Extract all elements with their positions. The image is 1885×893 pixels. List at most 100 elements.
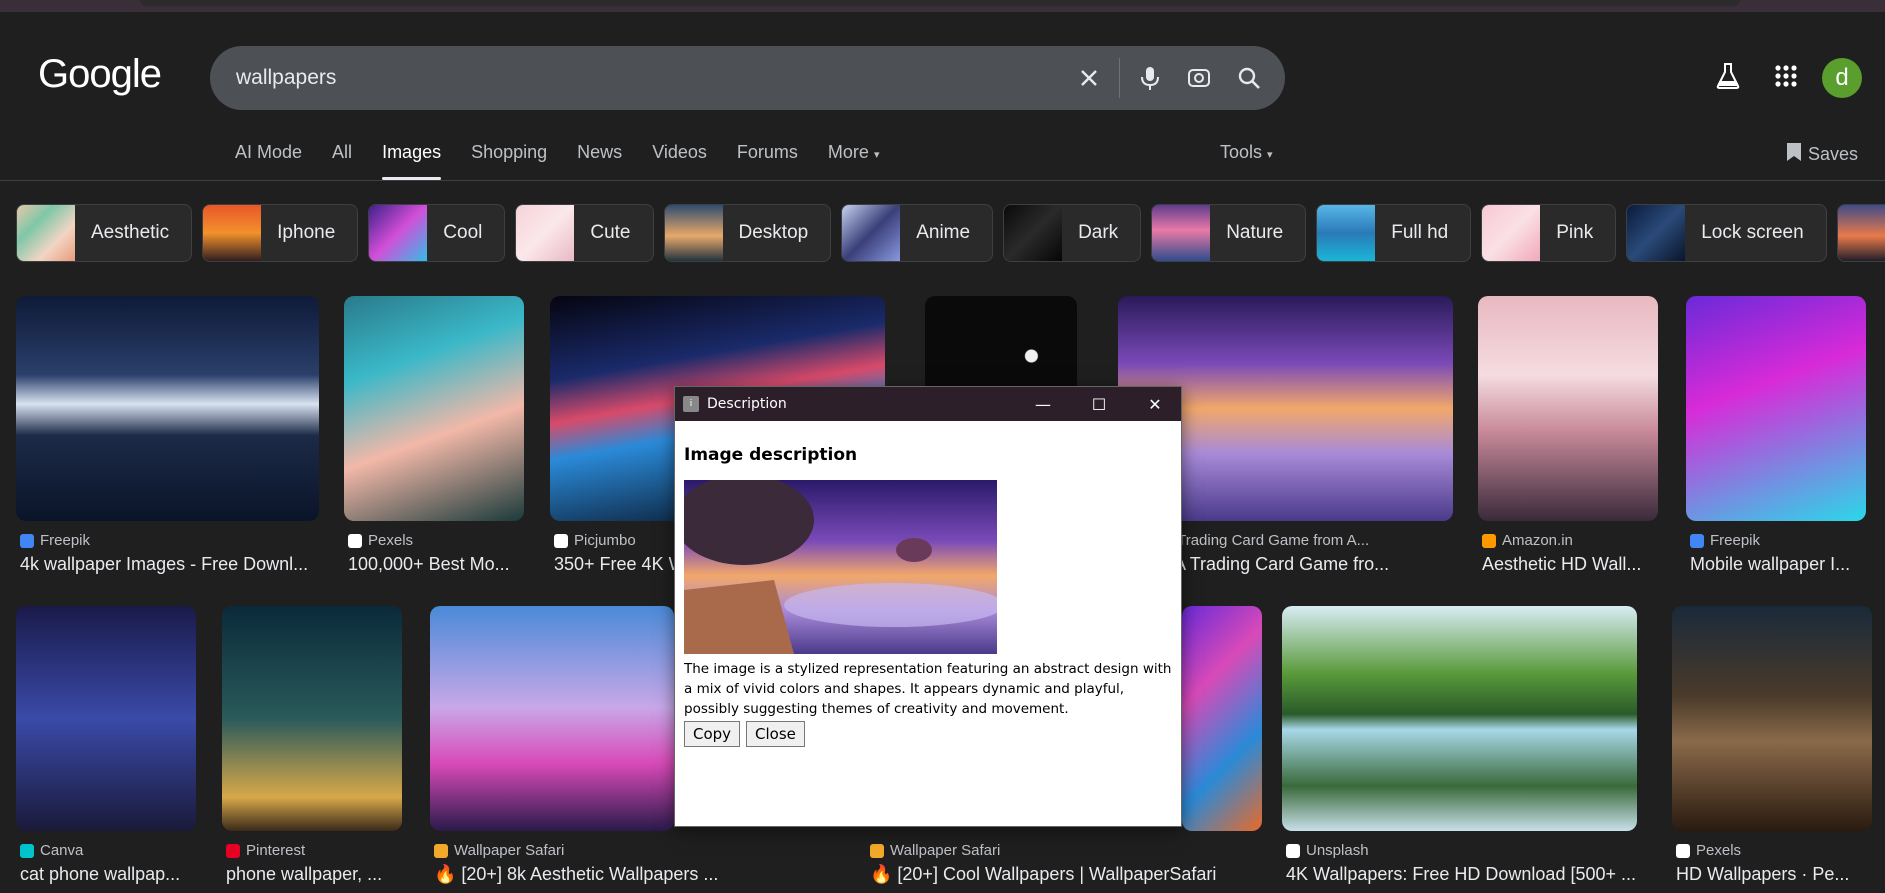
chip-thumbnail [1317,205,1376,261]
dialog-description: The image is a stylized representation f… [684,661,1172,717]
result-thumbnail[interactable] [1478,296,1658,521]
tab-news[interactable]: News [577,142,622,180]
favicon-icon [1690,533,1704,548]
favicon-icon [1286,843,1300,858]
result-thumbnail[interactable] [1282,606,1637,831]
chip-thumbnail [664,205,723,261]
result-thumbnail[interactable] [925,296,1077,396]
chip-desktop[interactable]: Desktop [663,204,832,262]
result-source-label: Pinterest [246,842,306,859]
result-source[interactable]: Unsplash [1286,842,1369,859]
result-source[interactable]: Picjumbo [554,532,636,549]
chip-thumbnail [1837,205,1885,261]
chip-label: Aesthetic [91,222,170,243]
result-thumbnail[interactable] [430,606,674,831]
tab-more[interactable]: More ▾ [828,142,880,180]
result-source[interactable]: Amazon.in [1482,532,1573,549]
microphone-icon[interactable] [1136,64,1164,92]
result-title[interactable]: phone wallpaper, ... [226,864,402,885]
image-result[interactable]: Freepik 4k wallpaper Images - Free Downl… [16,296,319,576]
close-button[interactable]: Close [746,721,805,747]
chip-thumbnail [369,205,428,261]
image-result[interactable]: Pinterest phone wallpaper, ... [222,606,402,893]
result-source[interactable]: Freepik [1690,532,1760,549]
apps-grid-icon[interactable] [1770,60,1802,92]
image-result[interactable]: Unsplash 4K Wallpapers: Free HD Download… [1282,606,1637,893]
result-source[interactable]: Canva [20,842,83,859]
result-source[interactable]: Pexels [1676,842,1741,859]
result-title[interactable]: Mobile wallpaper I... [1690,554,1866,575]
tools-button[interactable]: Tools ▾ [1220,142,1273,163]
chip-nature[interactable]: Nature [1151,204,1307,262]
chip-full-hd[interactable]: Full hd [1316,204,1472,262]
search-icon[interactable] [1235,64,1263,92]
google-logo[interactable]: Google [38,52,162,97]
maximize-icon[interactable]: ☐ [1071,387,1127,421]
image-result[interactable]: Pexels 100,000+ Best Mo... [344,296,524,576]
chip-anime[interactable]: Anime [841,204,994,262]
result-title[interactable]: cat phone wallpap... [20,864,196,885]
result-source-label: Pexels [1696,842,1742,859]
result-title[interactable]: 100,000+ Best Mo... [348,554,524,575]
chip-lock-screen[interactable]: Lock screen [1626,204,1827,262]
tab-images[interactable]: Images [382,142,442,180]
chip-aesthetic[interactable]: Aesthetic [16,204,193,262]
dialog-titlebar[interactable]: i Description — ☐ ✕ [675,387,1181,421]
image-result[interactable]: Wallpaper Safari 🔥 [20+] 8k Aesthetic Wa… [430,606,718,893]
result-thumbnail[interactable] [1686,296,1866,521]
saves-label: Saves [1808,144,1859,164]
header-divider [0,180,1885,181]
result-title[interactable]: 4k wallpaper Images - Free Downl... [20,554,320,575]
favicon-icon [226,843,240,858]
chip-cute[interactable]: Cute [515,204,654,262]
result-title[interactable]: 🔥 [20+] 8k Aesthetic Wallpapers ... [434,864,734,885]
result-title[interactable]: 4K Wallpapers: Free HD Download [500+ ..… [1286,864,1641,885]
tab-videos[interactable]: Videos [652,142,707,180]
favicon-icon [870,843,884,858]
chip-cool[interactable]: Cool [368,204,506,262]
result-thumbnail[interactable] [222,606,402,831]
image-result[interactable]: Canva cat phone wallpap... [16,606,196,893]
result-title[interactable]: HD Wallpapers · Pe... [1676,864,1872,885]
labs-flask-icon[interactable] [1712,60,1744,92]
app-icon: i [683,396,699,412]
result-thumbnail[interactable] [344,296,524,521]
search-input[interactable] [236,46,1056,110]
copy-button[interactable]: Copy [684,721,741,747]
result-title[interactable]: Aesthetic HD Wall... [1482,554,1658,575]
result-source[interactable]: Freepik [20,532,90,549]
account-avatar[interactable]: d [1822,58,1862,98]
chip-iphone[interactable]: Iphone [202,204,359,262]
result-source[interactable]: Wallpaper Safari [870,842,1000,859]
camera-lens-icon[interactable] [1185,64,1213,92]
tab-ai-mode[interactable]: AI Mode [235,142,302,180]
clear-icon[interactable] [1075,64,1103,92]
image-result[interactable]: Pexels HD Wallpapers · Pe... [1672,606,1872,893]
tab-shopping[interactable]: Shopping [471,142,547,180]
image-result[interactable]: Amazon.in Aesthetic HD Wall... [1478,296,1658,576]
result-source-label: Unsplash [1306,842,1369,859]
result-source[interactable]: Pinterest [226,842,305,859]
chip-label: Lock screen [1701,222,1804,243]
result-source[interactable]: Wallpaper Safari [434,842,564,859]
chip-dark[interactable]: Dark [1003,204,1142,262]
search-box[interactable] [210,46,1285,110]
close-icon[interactable]: ✕ [1127,387,1183,421]
chip-thumbnail [203,205,262,261]
tab-all[interactable]: All [332,142,352,180]
saves-button[interactable]: Saves [1786,142,1858,167]
result-thumbnail[interactable] [1672,606,1872,831]
minimize-icon[interactable]: — [1015,387,1071,421]
chip-pink[interactable]: Pink [1481,204,1617,262]
chip-thumbnail [17,205,75,261]
browser-top-strip [0,0,1885,12]
result-thumbnail[interactable] [16,606,196,831]
result-thumbnail[interactable] [1182,606,1262,831]
result-thumbnail[interactable] [16,296,319,521]
favicon-icon [1676,843,1690,858]
chip-be[interactable]: Be [1836,204,1885,262]
image-result[interactable]: Freepik Mobile wallpaper I... [1686,296,1866,576]
result-title[interactable]: 🔥 [20+] Cool Wallpapers | WallpaperSafar… [870,864,1250,885]
result-source[interactable]: Pexels [348,532,413,549]
tab-forums[interactable]: Forums [737,142,798,180]
